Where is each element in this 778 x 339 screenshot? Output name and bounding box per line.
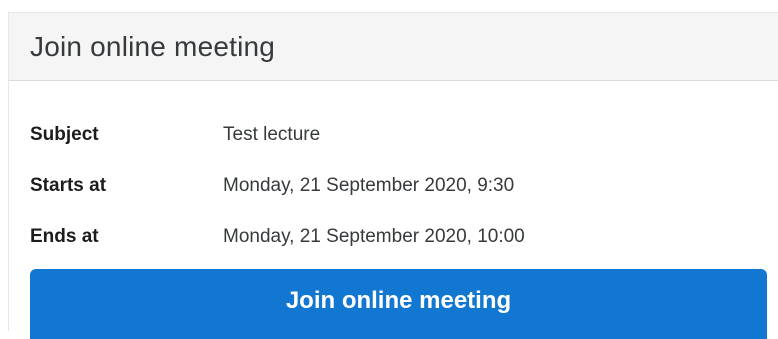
card-header: Join online meeting — [9, 13, 778, 81]
subject-label: Subject — [30, 123, 99, 145]
meeting-details: Subject Test lecture Starts at Monday, 2… — [9, 81, 778, 262]
subject-value: Test lecture — [223, 123, 321, 145]
ends-at-value: Monday, 21 September 2020, 10:00 — [223, 225, 525, 247]
ends-at-label: Ends at — [30, 225, 99, 247]
starts-at-label: Starts at — [30, 174, 107, 196]
meeting-card: Join online meeting Subject Test lecture… — [8, 12, 778, 339]
starts-at-value: Monday, 21 September 2020, 9:30 — [223, 174, 515, 196]
detail-row-subject: Subject Test lecture — [30, 109, 778, 160]
detail-row-ends-at: Ends at Monday, 21 September 2020, 10:00 — [30, 211, 778, 262]
card-title: Join online meeting — [30, 30, 276, 62]
detail-row-starts-at: Starts at Monday, 21 September 2020, 9:3… — [30, 160, 778, 211]
join-meeting-button[interactable]: Join online meeting — [30, 269, 767, 339]
